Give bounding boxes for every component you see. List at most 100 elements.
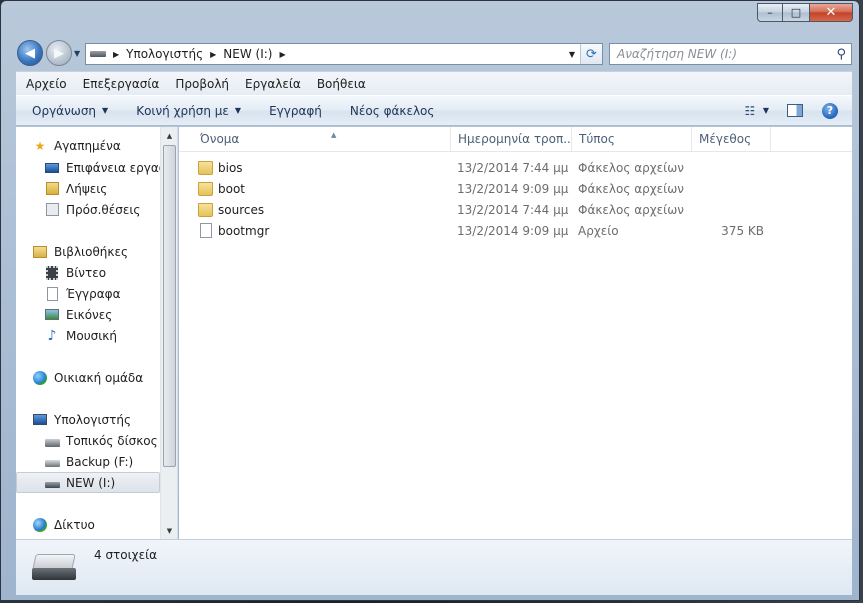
search-icon[interactable]: ⚲ — [836, 47, 846, 62]
burn-button[interactable]: Εγγραφή — [269, 104, 322, 118]
tree-network[interactable]: Δίκτυο — [32, 514, 177, 535]
tree-libraries[interactable]: Βιβλιοθήκες — [32, 241, 177, 262]
table-row[interactable]: boot 13/2/2014 9:09 μμ Φάκελος αρχείων — [179, 179, 779, 200]
column-size[interactable]: Μέγεθος — [692, 127, 771, 152]
menu-view[interactable]: Προβολή — [175, 77, 229, 91]
organize-label: Οργάνωση — [32, 103, 97, 118]
menu-edit[interactable]: Επεξεργασία — [83, 77, 160, 91]
column-type[interactable]: Τύπος — [572, 127, 692, 152]
breadcrumb-separator-icon[interactable]: ▶ — [113, 50, 119, 59]
sort-ascending-icon: ▲ — [331, 131, 337, 139]
downloads-folder-icon — [44, 181, 60, 197]
preview-pane-icon[interactable] — [787, 104, 803, 117]
table-row[interactable]: bios 13/2/2014 7:44 μμ Φάκελος αρχείων — [179, 158, 779, 179]
share-with-button[interactable]: Κοινή χρήση με ▼ — [136, 104, 241, 118]
network-icon — [32, 517, 48, 533]
table-row[interactable]: bootmgr 13/2/2014 9:09 μμ Αρχείο 375 KB — [179, 221, 779, 242]
tree-recent-places[interactable]: Πρόσ.θέσεις — [44, 199, 177, 220]
folder-icon — [198, 161, 213, 175]
menu-help[interactable]: Βοήθεια — [317, 77, 366, 91]
explorer-window: – □ ✕ ◀ ▶ ▼ ▶ Υπολογιστής ▶ NEW (I:) ▶ ▼… — [0, 0, 860, 601]
tree-downloads[interactable]: Λήψεις — [44, 178, 177, 199]
menu-tools[interactable]: Εργαλεία — [245, 77, 301, 91]
close-button[interactable]: ✕ — [809, 3, 853, 22]
refresh-icon[interactable]: ⟳ — [580, 44, 602, 64]
tree-new-i[interactable]: NEW (I:) — [16, 472, 160, 493]
file-list: Όνομα ▲ Ημερομηνία τροπ... Τύπος Μέγεθος… — [179, 127, 852, 539]
recent-pages-dropdown-icon[interactable]: ▼ — [74, 49, 80, 58]
tree-favorites[interactable]: ★ Αγαπημένα — [32, 135, 177, 156]
pictures-icon — [44, 307, 60, 323]
system-drive-icon — [44, 433, 60, 449]
drive-icon — [44, 454, 60, 470]
tree-label: Αγαπημένα — [54, 138, 121, 153]
address-controls: ▼ ⟳ — [564, 44, 602, 64]
tree-local-disk-c[interactable]: Τοπικός δίσκος (C:) — [44, 430, 177, 451]
tree-label: Υπολογιστής — [54, 412, 131, 427]
folder-icon — [198, 203, 213, 217]
new-folder-button[interactable]: Νέος φάκελος — [350, 104, 435, 118]
address-dropdown-icon[interactable]: ▼ — [564, 50, 580, 59]
removable-drive-icon — [32, 554, 76, 582]
breadcrumb-separator-icon[interactable]: ▶ — [279, 50, 285, 59]
breadcrumb-computer[interactable]: Υπολογιστής — [126, 47, 203, 61]
organize-button[interactable]: Οργάνωση ▼ — [32, 104, 108, 118]
column-name-label: Όνομα — [200, 132, 240, 146]
recent-places-icon — [44, 202, 60, 218]
menu-bar: Αρχείο Επεξεργασία Προβολή Εργαλεία Βοήθ… — [16, 71, 852, 95]
tree-music[interactable]: ♪ Μουσική — [44, 325, 177, 346]
tree-label: Backup (F:) — [66, 454, 134, 469]
details-pane: 4 στοιχεία — [16, 539, 852, 595]
file-name: bios — [218, 161, 243, 175]
computer-icon — [32, 412, 48, 428]
scrollbar-thumb[interactable] — [163, 145, 176, 467]
music-note-icon: ♪ — [47, 327, 57, 344]
tree-backup-f[interactable]: Backup (F:) — [44, 451, 177, 472]
view-dropdown-icon[interactable]: ▼ — [763, 106, 769, 115]
back-button[interactable]: ◀ — [17, 40, 43, 66]
tree-desktop[interactable]: Επιφάνεια εργασίας — [44, 157, 177, 178]
menu-file[interactable]: Αρχείο — [26, 77, 67, 91]
tree-computer[interactable]: Υπολογιστής — [32, 409, 177, 430]
scroll-up-icon[interactable]: ▲ — [161, 127, 177, 144]
item-count: 4 στοιχεία — [94, 548, 158, 562]
search-input[interactable]: Αναζήτηση NEW (I:) ⚲ — [609, 43, 852, 65]
caption-buttons: – □ ✕ — [757, 3, 853, 23]
tree-pictures[interactable]: Εικόνες — [44, 304, 177, 325]
file-type: Φάκελος αρχείων — [578, 182, 684, 196]
chevron-down-icon: ▼ — [234, 106, 242, 115]
tree-label: Έγγραφα — [66, 286, 121, 301]
tree-homegroup[interactable]: Οικιακή ομάδα — [32, 367, 177, 388]
maximize-button[interactable]: □ — [782, 3, 810, 22]
file-date: 13/2/2014 7:44 μμ — [457, 161, 569, 175]
tree-label: Βιβλιοθήκες — [54, 244, 129, 259]
navigation-row: ◀ ▶ ▼ ▶ Υπολογιστής ▶ NEW (I:) ▶ ▼ ⟳ Ανα… — [1, 37, 859, 69]
forward-button[interactable]: ▶ — [46, 40, 72, 66]
scroll-down-icon[interactable]: ▼ — [161, 522, 177, 539]
libraries-icon — [32, 244, 48, 260]
tree-documents[interactable]: Έγγραφα — [44, 283, 177, 304]
file-icon — [200, 223, 212, 238]
nav-pane-scrollbar[interactable]: ▲ ▼ — [160, 127, 177, 539]
file-name: bootmgr — [218, 224, 270, 238]
table-row[interactable]: sources 13/2/2014 7:44 μμ Φάκελος αρχείω… — [179, 200, 779, 221]
file-date: 13/2/2014 7:44 μμ — [457, 203, 569, 217]
star-icon: ★ — [34, 138, 46, 153]
tree-videos[interactable]: Βίντεο — [44, 262, 177, 283]
column-date[interactable]: Ημερομηνία τροπ... — [451, 127, 572, 152]
file-name: boot — [218, 182, 246, 196]
column-name[interactable]: Όνομα ▲ — [193, 127, 451, 152]
breadcrumb-separator-icon[interactable]: ▶ — [210, 50, 216, 59]
chevron-down-icon: ▼ — [102, 106, 109, 115]
video-icon — [44, 265, 60, 281]
help-icon[interactable]: ? — [822, 102, 838, 119]
view-options-icon[interactable]: ☷ — [737, 104, 763, 118]
file-type: Φάκελος αρχείων — [578, 161, 684, 175]
minimize-button[interactable]: – — [757, 3, 783, 22]
tree-label: Εικόνες — [66, 307, 113, 322]
drive-icon — [44, 475, 60, 491]
column-headers: Όνομα ▲ Ημερομηνία τροπ... Τύπος Μέγεθος — [179, 127, 852, 152]
drive-base — [32, 568, 76, 580]
breadcrumb-drive[interactable]: NEW (I:) — [223, 47, 272, 61]
address-bar[interactable]: ▶ Υπολογιστής ▶ NEW (I:) ▶ ▼ ⟳ — [85, 43, 603, 65]
